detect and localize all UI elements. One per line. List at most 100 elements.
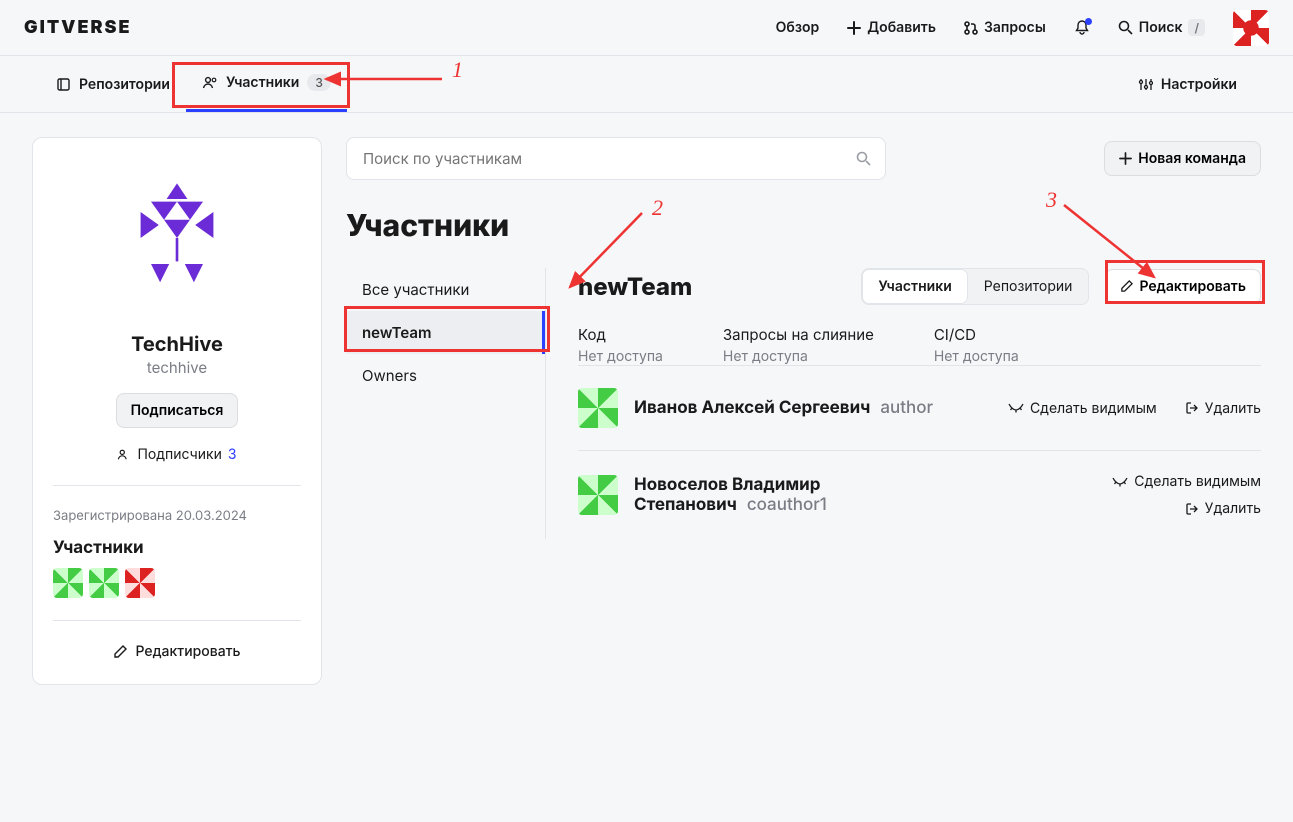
followers-label: Подписчики xyxy=(137,446,221,463)
main-layout: TechHive techhive Подписаться Подписчики… xyxy=(0,113,1293,709)
member-avatars xyxy=(53,568,301,598)
seg-repos-label: Репозитории xyxy=(984,278,1073,295)
tab-repositories[interactable]: Репозитории xyxy=(40,58,186,111)
make-visible-button[interactable]: Сделать видимым xyxy=(1008,400,1157,417)
team-newteam[interactable]: newTeam xyxy=(346,311,545,354)
perm-cicd-label: CI/CD xyxy=(934,325,1019,344)
team-all[interactable]: Все участники xyxy=(346,268,545,311)
subscribe-button[interactable]: Подписаться xyxy=(116,393,239,428)
eye-closed-icon xyxy=(1008,403,1024,413)
member-avatar[interactable] xyxy=(125,568,155,598)
eye-closed-icon xyxy=(1112,477,1128,487)
member-avatar[interactable] xyxy=(53,568,83,598)
seg-members[interactable]: Участники xyxy=(862,269,967,304)
perm-code-value: Нет доступа xyxy=(578,348,663,365)
plus-icon xyxy=(1119,152,1132,165)
seg-repos[interactable]: Репозитории xyxy=(968,269,1089,304)
perm-merge-label: Запросы на слияние xyxy=(723,325,874,344)
tab-settings[interactable]: Настройки xyxy=(1122,58,1253,111)
nav-notifications[interactable] xyxy=(1074,20,1090,36)
org-logo xyxy=(97,158,257,318)
members-search[interactable] xyxy=(346,137,886,180)
nav-add-label: Добавить xyxy=(867,19,936,36)
org-slug: techhive xyxy=(53,358,301,377)
member-avatar[interactable] xyxy=(578,475,618,515)
delete-member-label: Удалить xyxy=(1205,400,1261,417)
member-name[interactable]: Иванов Алексей Сергеевич xyxy=(634,398,870,418)
org-tabs: Репозитории Участники 3 Настройки xyxy=(0,56,1293,113)
plus-icon xyxy=(847,21,861,35)
repo-icon xyxy=(56,77,71,92)
team-permissions: Код Нет доступа Запросы на слияние Нет д… xyxy=(578,325,1261,365)
nav-add[interactable]: Добавить xyxy=(847,19,936,36)
annotation-number-2: 2 xyxy=(652,195,663,221)
tab-members-label: Участники xyxy=(226,74,299,91)
team-newteam-label: newTeam xyxy=(362,323,432,342)
pencil-icon xyxy=(113,645,127,659)
edit-org-label: Редактировать xyxy=(135,643,240,660)
members-heading: Участники xyxy=(53,538,301,558)
followers-link[interactable]: Подписчики 3 xyxy=(53,446,301,463)
page-title: Участники xyxy=(346,208,1261,244)
subscribe-label: Подписаться xyxy=(131,402,224,419)
delete-member-button[interactable]: Удалить xyxy=(1185,500,1261,517)
make-visible-label: Сделать видимым xyxy=(1134,473,1261,490)
nav-search-label: Поиск xyxy=(1139,19,1183,36)
pull-request-icon xyxy=(964,21,978,35)
notification-dot xyxy=(1085,18,1092,25)
exit-icon xyxy=(1185,401,1199,415)
people-icon xyxy=(117,448,131,461)
tab-repositories-label: Репозитории xyxy=(79,76,170,93)
exit-icon xyxy=(1185,502,1199,516)
member-login[interactable]: coauthor1 xyxy=(747,495,827,515)
people-icon xyxy=(202,75,218,90)
edit-org-button[interactable]: Редактировать xyxy=(53,643,301,660)
pencil-icon xyxy=(1120,280,1133,293)
nav-search[interactable]: Поиск / xyxy=(1118,19,1205,36)
org-name: TechHive xyxy=(53,332,301,356)
perm-cicd: CI/CD Нет доступа xyxy=(934,325,1019,365)
make-visible-button[interactable]: Сделать видимым xyxy=(1112,473,1261,490)
nav-overview[interactable]: Обзор xyxy=(776,19,820,36)
member-row: Иванов Алексей Сергеевич author Сделать … xyxy=(578,365,1261,450)
app-header: GITVERSE Обзор Добавить Запросы Поиск / xyxy=(0,0,1293,56)
team-title: newTeam xyxy=(578,272,692,301)
team-view-toggle: Участники Репозитории xyxy=(861,268,1089,305)
team-owners-label: Owners xyxy=(362,366,417,385)
search-kbd: / xyxy=(1188,19,1205,36)
team-detail: newTeam Участники Репозитории Редактиров… xyxy=(546,268,1261,539)
registration-date: Зарегистрирована 20.03.2024 xyxy=(53,508,301,524)
perm-cicd-value: Нет доступа xyxy=(934,348,1019,365)
perm-merge: Запросы на слияние Нет доступа xyxy=(723,325,874,365)
members-search-input[interactable] xyxy=(361,148,856,169)
search-icon xyxy=(1118,20,1133,35)
tab-members[interactable]: Участники 3 xyxy=(186,56,347,112)
delete-member-button[interactable]: Удалить xyxy=(1185,400,1261,417)
member-avatar[interactable] xyxy=(89,568,119,598)
perm-merge-value: Нет доступа xyxy=(723,348,874,365)
search-icon xyxy=(856,151,871,166)
org-card: TechHive techhive Подписаться Подписчики… xyxy=(32,137,322,685)
perm-code: Код Нет доступа xyxy=(578,325,663,365)
team-all-label: Все участники xyxy=(362,280,469,299)
seg-members-label: Участники xyxy=(878,278,951,295)
member-avatar[interactable] xyxy=(578,388,618,428)
logo[interactable]: GITVERSE xyxy=(24,17,132,38)
nav-overview-label: Обзор xyxy=(776,19,820,36)
annotation-number-1: 1 xyxy=(452,57,463,83)
perm-code-label: Код xyxy=(578,325,663,344)
new-team-button[interactable]: Новая команда xyxy=(1104,141,1261,176)
team-owners[interactable]: Owners xyxy=(346,354,545,397)
tab-settings-label: Настройки xyxy=(1161,76,1237,93)
nav-requests[interactable]: Запросы xyxy=(964,19,1046,36)
new-team-label: Новая команда xyxy=(1138,150,1246,167)
content-pane: Новая команда Участники Все участники ne… xyxy=(346,137,1261,539)
delete-member-label: Удалить xyxy=(1205,500,1261,517)
make-visible-label: Сделать видимым xyxy=(1030,400,1157,417)
sliders-icon xyxy=(1138,77,1153,92)
edit-team-button[interactable]: Редактировать xyxy=(1105,269,1261,304)
member-login[interactable]: author xyxy=(880,398,933,418)
tab-members-count: 3 xyxy=(307,74,331,91)
nav-requests-label: Запросы xyxy=(984,19,1046,36)
user-avatar[interactable] xyxy=(1233,10,1269,46)
